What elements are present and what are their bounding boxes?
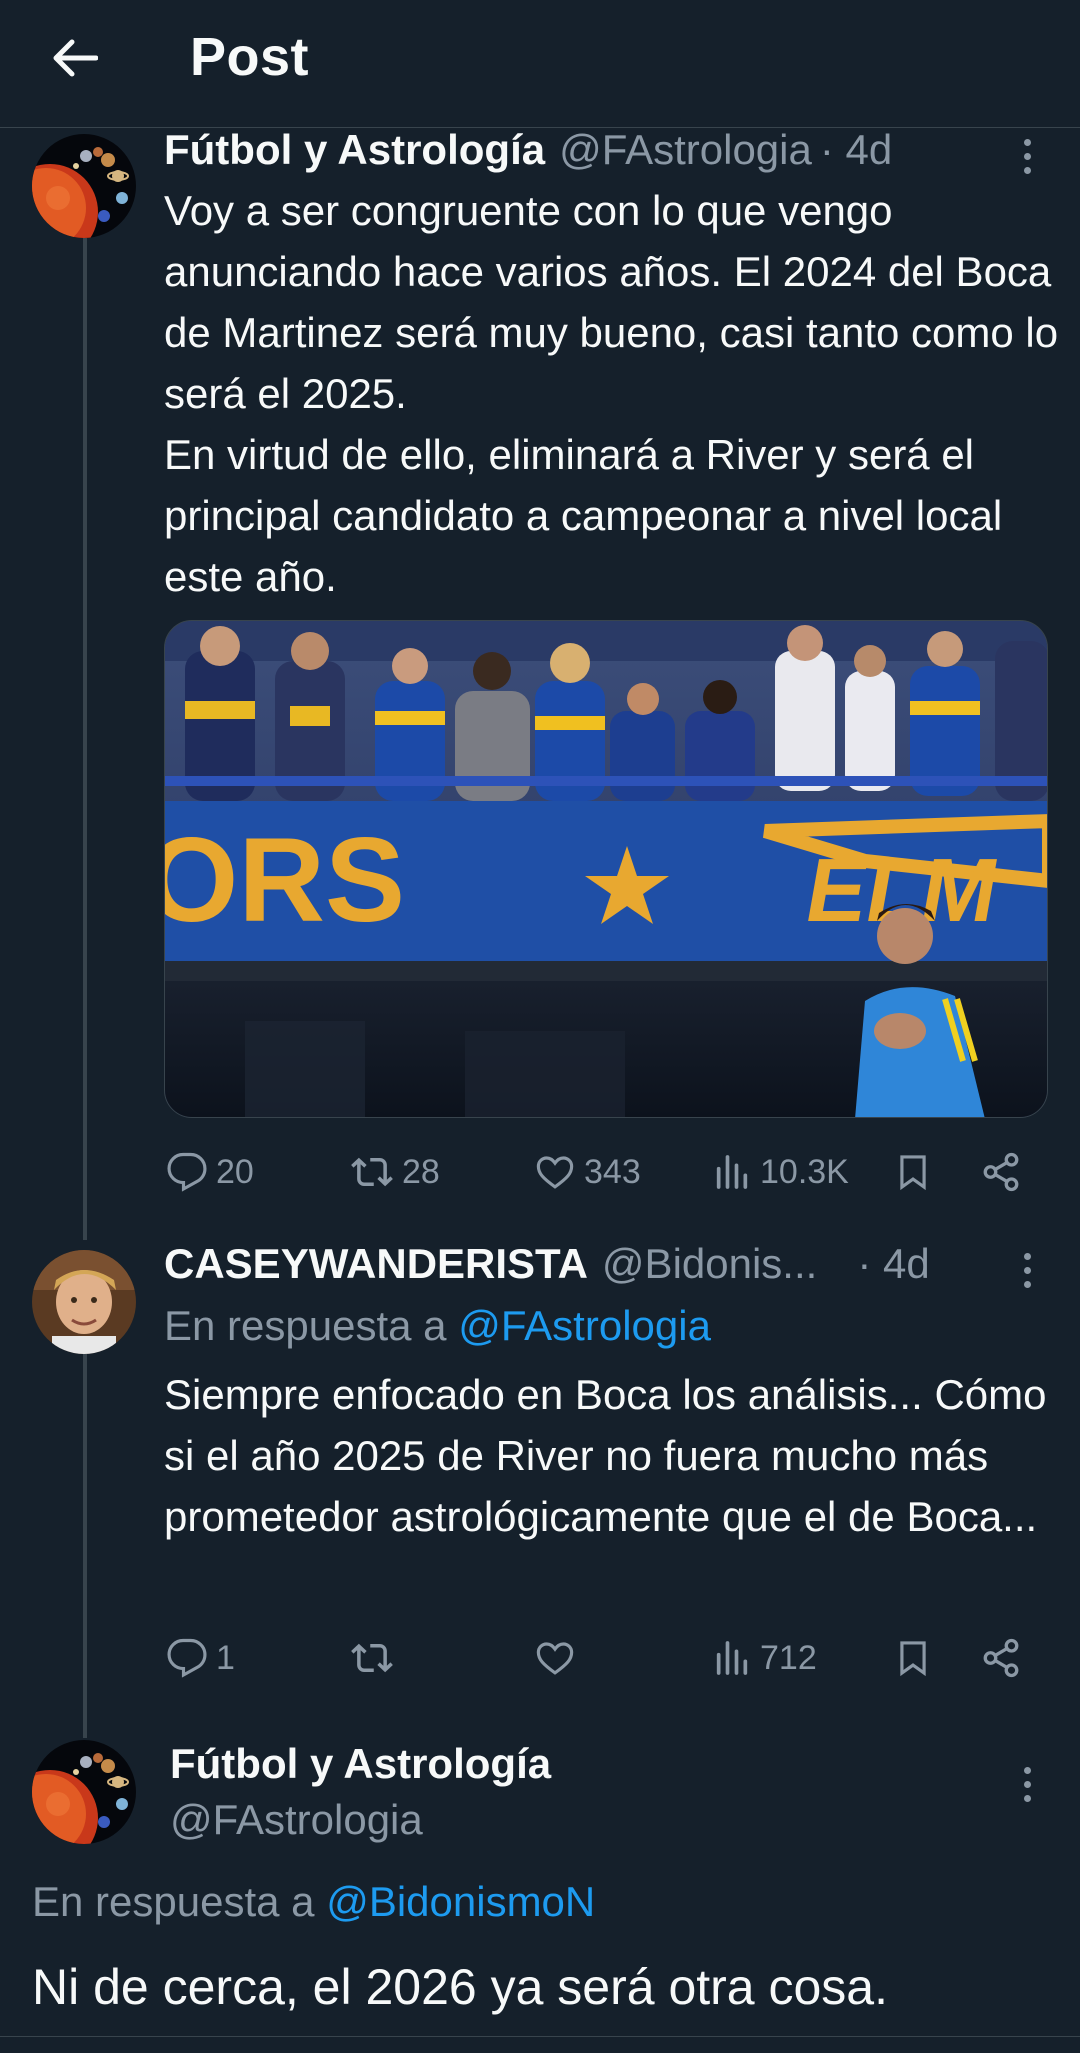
retweet-button[interactable]: 28 (350, 1142, 440, 1202)
reply-button[interactable]: 20 (166, 1142, 254, 1202)
author-handle[interactable]: @FAstrologia (170, 1796, 423, 1844)
bookmark-button[interactable] (894, 1628, 932, 1688)
share-icon (983, 1638, 1019, 1678)
reply-to-link[interactable]: @FAstrologia (458, 1302, 711, 1349)
share-icon (983, 1152, 1019, 1192)
retweet-icon (351, 1643, 393, 1673)
bookmark-icon (900, 1155, 926, 1191)
arrow-left-icon (53, 39, 98, 77)
page-title: Post (190, 27, 310, 87)
tweet-image[interactable]: ORS ELM (164, 620, 1048, 1118)
views-button[interactable]: 712 (712, 1628, 817, 1688)
more-dot (1023, 138, 1031, 146)
more-options-button[interactable] (1007, 1756, 1047, 1812)
handle-row: @FAstrologia (170, 1796, 423, 1844)
more-options-button[interactable] (1007, 128, 1047, 184)
more-dot (1023, 1766, 1031, 1774)
like-button[interactable] (534, 1628, 584, 1688)
thread-line (83, 1354, 87, 1738)
author-name[interactable]: Fútbol y Astrología (164, 126, 545, 174)
reply-context: En respuesta a @BidonismoN (32, 1878, 595, 1926)
author-handle[interactable]: @FAstrologia (559, 126, 812, 174)
reply-icon (167, 1152, 207, 1192)
tweet-actions: 20 28 343 10.3K (164, 1142, 1044, 1202)
views-icon (716, 1641, 748, 1675)
author-handle[interactable]: @Bidonis... (602, 1240, 817, 1288)
views-count: 10.3K (760, 1152, 849, 1191)
more-dot (1023, 1280, 1031, 1288)
reply-to-link[interactable]: @BidonismoN (326, 1878, 595, 1925)
like-count: 343 (584, 1152, 641, 1191)
retweet-icon (351, 1157, 393, 1187)
reply-context: En respuesta a @FAstrologia (164, 1302, 711, 1350)
author-name[interactable]: Fútbol y Astrología (170, 1740, 551, 1788)
tweet-header: Fútbol y Astrología @FAstrologia · 4d (164, 126, 892, 174)
planets-avatar-icon (32, 134, 136, 238)
timestamp[interactable]: · 4d (857, 1240, 929, 1288)
like-button[interactable]: 343 (534, 1142, 641, 1202)
reply-count: 1 (216, 1638, 235, 1677)
avatar[interactable] (32, 134, 136, 238)
top-bar: Post (0, 0, 1080, 128)
boy-avatar-icon (32, 1250, 136, 1354)
reply-button[interactable]: 1 (166, 1628, 235, 1688)
avatar[interactable] (32, 1740, 136, 1844)
tweet-header: CASEYWANDERISTA @Bidonis... · 4d (164, 1240, 930, 1288)
svg-text:ORS: ORS (165, 813, 405, 947)
retweet-button[interactable] (350, 1628, 402, 1688)
share-button[interactable] (980, 1628, 1022, 1688)
avatar[interactable] (32, 1250, 136, 1354)
reply-prefix: En respuesta a (32, 1878, 327, 1925)
thread-line (83, 238, 87, 1240)
back-button[interactable] (40, 28, 110, 88)
share-button[interactable] (980, 1142, 1022, 1202)
more-dot (1023, 1252, 1031, 1260)
heart-icon (536, 1156, 574, 1189)
views-icon (716, 1155, 748, 1189)
tweet-text: Voy a ser congruente con lo que vengo an… (164, 187, 1059, 600)
divider (0, 2036, 1080, 2037)
reply-prefix: En respuesta a (164, 1302, 459, 1349)
author-name[interactable]: CASEYWANDERISTA (164, 1240, 588, 1288)
tweet-header: Fútbol y Astrología (170, 1740, 551, 1788)
tweet-text: Ni de cerca, el 2026 ya será otra cosa. (32, 1959, 889, 2015)
views-count: 712 (760, 1638, 817, 1677)
reply-icon (167, 1638, 207, 1678)
more-dot (1023, 152, 1031, 160)
tweet-text: Siempre enfocado en Boca los análisis...… (164, 1371, 1047, 1540)
retweet-count: 28 (402, 1152, 440, 1191)
stadium-photo: ORS ELM (165, 621, 1047, 1117)
heart-icon (536, 1642, 574, 1675)
more-dot (1023, 1266, 1031, 1274)
planets-avatar-icon (32, 1740, 136, 1844)
more-dot (1023, 166, 1031, 174)
reply-count: 20 (216, 1152, 254, 1191)
more-dot (1023, 1794, 1031, 1802)
bookmark-button[interactable] (894, 1142, 932, 1202)
more-dot (1023, 1780, 1031, 1788)
tweet-actions: 1 712 (164, 1628, 1044, 1688)
more-options-button[interactable] (1007, 1242, 1047, 1298)
bookmark-icon (900, 1641, 926, 1677)
timestamp[interactable]: · 4d (820, 126, 892, 174)
views-button[interactable]: 10.3K (712, 1142, 849, 1202)
